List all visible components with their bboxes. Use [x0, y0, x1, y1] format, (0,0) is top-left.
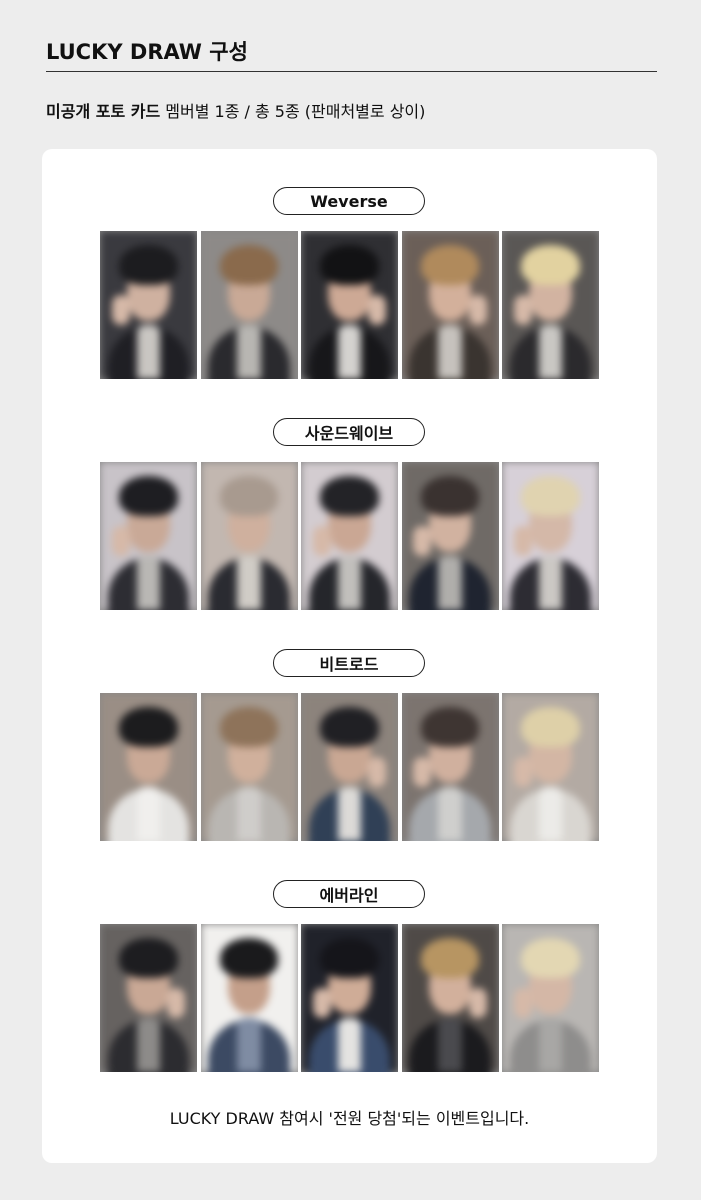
- photocard-image: [401, 924, 499, 1072]
- photocard-image: [502, 462, 599, 610]
- photocard-image: [301, 924, 398, 1072]
- photocard-image: [200, 693, 298, 841]
- store-label-pill: 비트로드: [273, 649, 425, 677]
- photocard-panel: Weverse 사운드웨이브 비트로드 에버라인 LUCKY DRAW 참여시 …: [42, 149, 657, 1163]
- photocard-image: [200, 924, 298, 1072]
- photocard-image: [401, 231, 499, 379]
- photocard-image: [100, 924, 197, 1072]
- subtitle-bold: 미공개 포토 카드: [46, 102, 161, 121]
- store-label-pill: 에버라인: [273, 880, 425, 908]
- photo-row: [100, 231, 600, 379]
- event-note: LUCKY DRAW 참여시 '전원 당첨'되는 이벤트입니다.: [169, 1109, 530, 1128]
- photocard-image: [502, 231, 599, 379]
- photo-row: [100, 924, 600, 1072]
- photocard-image: [502, 693, 599, 841]
- photocard-image: [502, 924, 599, 1072]
- photocard-image: [401, 693, 499, 841]
- photocard-image: [301, 231, 398, 379]
- photocard-image: [100, 462, 197, 610]
- store-label-pill: Weverse: [273, 187, 425, 215]
- photocard-image: [100, 693, 197, 841]
- subtitle: 미공개 포토 카드 멤버별 1종 / 총 5종 (판매처별로 상이): [46, 98, 425, 122]
- photocard-image: [200, 231, 298, 379]
- photocard-image: [200, 462, 298, 610]
- photocard-image: [100, 231, 197, 379]
- photocard-image: [401, 462, 499, 610]
- photo-row: [100, 462, 600, 610]
- store-label-pill: 사운드웨이브: [273, 418, 425, 446]
- page-title: LUCKY DRAW 구성: [46, 40, 248, 64]
- header-divider: [46, 71, 657, 72]
- photocard-image: [301, 693, 398, 841]
- photo-row: [100, 693, 600, 841]
- subtitle-rest: 멤버별 1종 / 총 5종 (판매처별로 상이): [160, 102, 426, 121]
- photocard-image: [301, 462, 398, 610]
